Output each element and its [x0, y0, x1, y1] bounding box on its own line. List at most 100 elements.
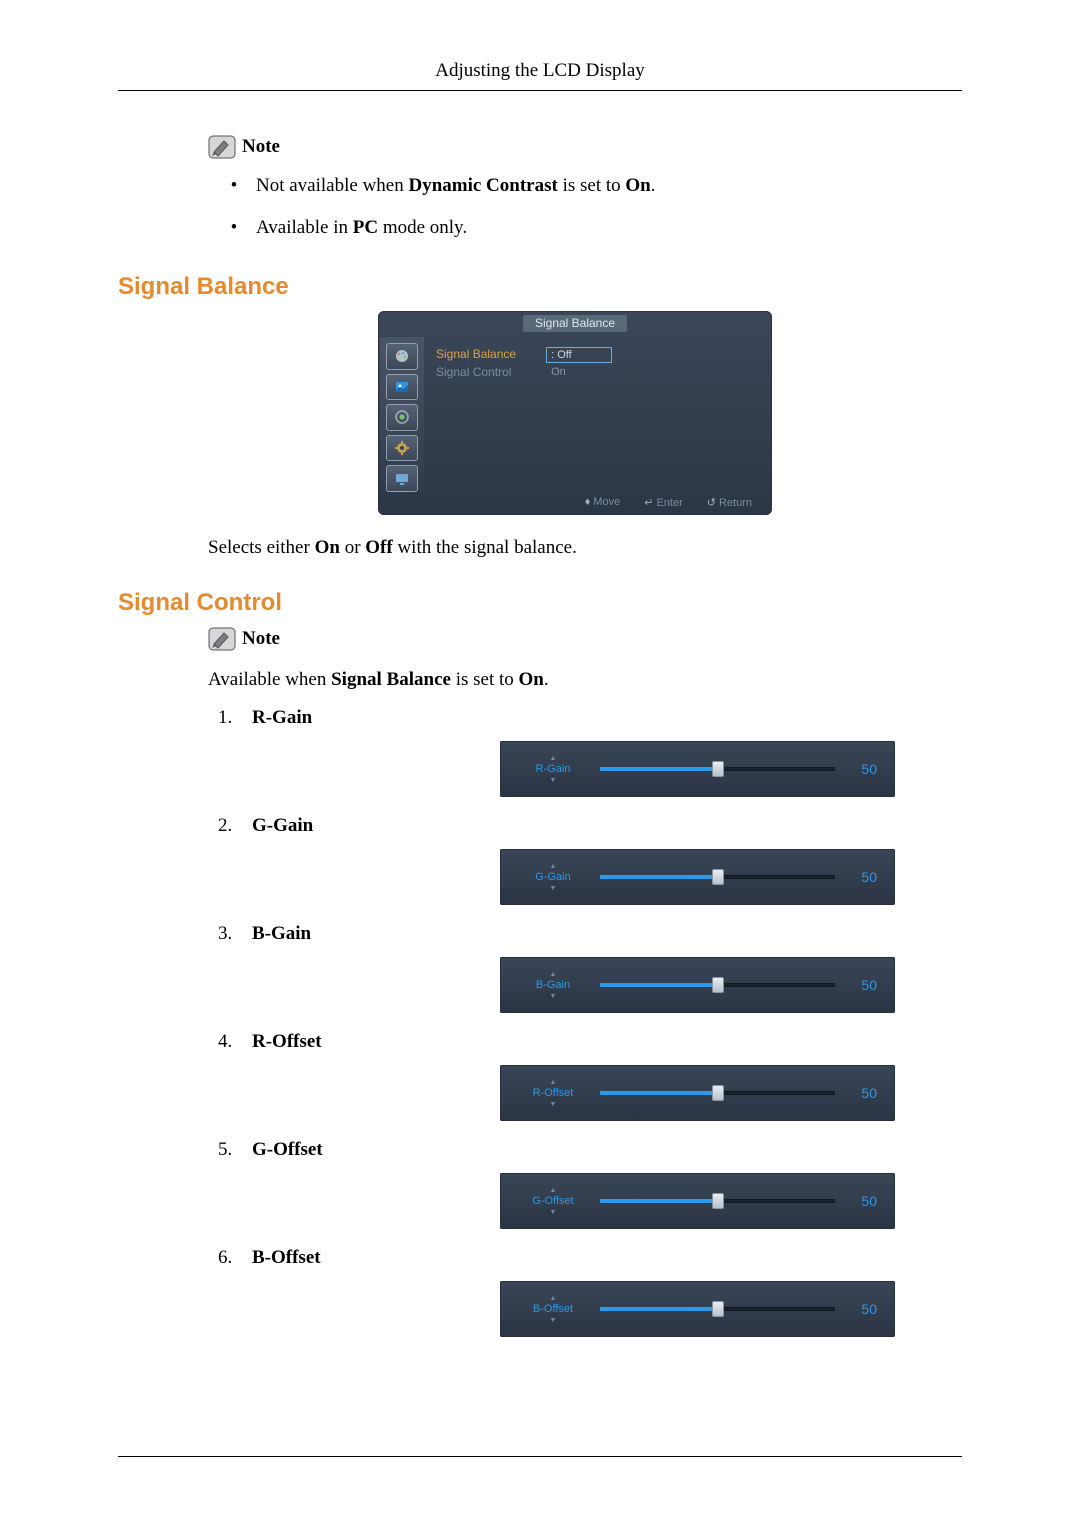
slider-name-column: ▲B-Gain▼: [518, 969, 588, 1002]
osd-menu-item: Signal Control: [436, 365, 516, 379]
list-number: 4.: [218, 1031, 242, 1053]
control-row: 5.G-Offset ▲G-Offset▼ 50: [218, 1139, 962, 1229]
slider-value: 50: [847, 977, 877, 993]
slider-name: B-Offset: [533, 1304, 573, 1315]
slider-name: R-Offset: [533, 1088, 574, 1099]
osd-footer-return: Return: [719, 497, 752, 509]
note-label: Note: [242, 136, 280, 158]
bullet-bold: On: [625, 175, 650, 196]
osd-title: Signal Balance: [523, 315, 627, 332]
osd-option-on: On: [546, 364, 612, 380]
control-row: 2.G-Gain▲G-Gain▼50: [218, 815, 962, 905]
bullet-bold: Dynamic Contrast: [408, 175, 557, 196]
slider-value: 50: [847, 1193, 877, 1209]
picture-icon: [386, 374, 418, 401]
slider-name-column: ▲R-Offset▼: [518, 1077, 588, 1110]
chevron-down-icon: ▼: [550, 883, 557, 894]
list-number: 3.: [218, 923, 242, 945]
osd-footer-enter: Enter: [656, 497, 682, 509]
target-icon: [386, 404, 418, 431]
slider-value: 50: [847, 1085, 877, 1101]
list-number: 5.: [218, 1139, 242, 1161]
slider-name-column: ▲R-Gain▼: [518, 753, 588, 786]
move-icon: ♦: [585, 496, 591, 508]
list-number: 2.: [218, 815, 242, 837]
osd-option-off: : Off: [546, 347, 612, 363]
chevron-down-icon: ▼: [550, 1207, 557, 1218]
note-row: Note: [208, 627, 962, 651]
slider-name-column: ▲B-Offset▼: [518, 1293, 588, 1326]
slider-track[interactable]: [600, 1091, 835, 1095]
note-icon: [208, 627, 236, 651]
slider-thumb[interactable]: [712, 1301, 724, 1317]
osd-menu-item: Signal Balance: [436, 347, 516, 361]
bullet-dot-icon: •: [228, 175, 240, 197]
chevron-up-icon: ▲: [550, 969, 557, 980]
footer-rule: [118, 1456, 962, 1457]
slider-name: R-Gain: [536, 764, 571, 775]
note-icon: [208, 135, 236, 159]
chevron-down-icon: ▼: [550, 1315, 557, 1326]
control-row: 4.R-Offset▲R-Offset▼50: [218, 1031, 962, 1121]
control-label: B-Offset: [242, 1247, 412, 1269]
enter-icon: ↵: [644, 497, 653, 509]
slider-name-column: ▲G-Gain▼: [518, 861, 588, 894]
control-label: G-Gain: [242, 815, 412, 837]
slider-panel: ▲G-Offset▼ 50: [500, 1173, 895, 1229]
control-label: R-Gain: [242, 707, 412, 729]
list-number: 1.: [218, 707, 242, 729]
control-row: 1.R-Gain▲R-Gain▼50: [218, 707, 962, 797]
bullet-item: • Available in PC mode only.: [228, 217, 962, 239]
chevron-up-icon: ▲: [550, 1293, 557, 1304]
slider-value: 50: [847, 1301, 877, 1317]
note-row: Note: [208, 135, 962, 159]
control-label: R-Offset: [242, 1031, 412, 1053]
slider-panel: ▲R-Offset▼ 50: [500, 1065, 895, 1121]
slider-thumb[interactable]: [712, 761, 724, 777]
osd-options: : Off On: [538, 347, 612, 492]
bullet-item: • Not available when Dynamic Contrast is…: [228, 175, 962, 197]
slider-panel: ▲R-Gain▼ 50: [500, 741, 895, 797]
slider-thumb[interactable]: [712, 1193, 724, 1209]
heading-signal-control: Signal Control: [118, 589, 962, 617]
slider-track[interactable]: [600, 1199, 835, 1203]
slider-track[interactable]: [600, 767, 835, 771]
slider-thumb[interactable]: [712, 1085, 724, 1101]
control-label: G-Offset: [242, 1139, 412, 1161]
bullet-text: is set to: [558, 175, 626, 196]
osd-footer: ♦Move ↵Enter ↺Return: [380, 492, 770, 515]
gear-icon: [386, 435, 418, 462]
control-row: 6.B-Offset▲B-Offset▼50: [218, 1247, 962, 1337]
osd-panel: Signal Balance: [378, 311, 772, 515]
osd-menu-list: Signal Balance Signal Control: [436, 347, 516, 492]
slider-thumb[interactable]: [712, 869, 724, 885]
slider-name: B-Gain: [536, 980, 570, 991]
slider-name: G-Gain: [535, 872, 570, 883]
slider-track[interactable]: [600, 1307, 835, 1311]
slider-value: 50: [847, 869, 877, 885]
chevron-down-icon: ▼: [550, 1099, 557, 1110]
osd-icon-column: [380, 337, 424, 492]
bullet-text: Available in: [256, 217, 353, 238]
slider-track[interactable]: [600, 875, 835, 879]
slider-thumb[interactable]: [712, 977, 724, 993]
chevron-down-icon: ▼: [550, 775, 557, 786]
chevron-up-icon: ▲: [550, 861, 557, 872]
control-row: 3.B-Gain▲B-Gain▼50: [218, 923, 962, 1013]
bullet-text: Not available when: [256, 175, 408, 196]
chevron-down-icon: ▼: [550, 991, 557, 1002]
bullet-text: mode only.: [378, 217, 467, 238]
bullet-dot-icon: •: [228, 217, 240, 239]
list-number: 6.: [218, 1247, 242, 1269]
slider-track[interactable]: [600, 983, 835, 987]
slider-name-column: ▲G-Offset▼: [518, 1185, 588, 1218]
control-label: B-Gain: [242, 923, 412, 945]
slider-value: 50: [847, 761, 877, 777]
display-icon: [386, 465, 418, 492]
bullet-text: .: [651, 175, 656, 196]
chevron-up-icon: ▲: [550, 1077, 557, 1088]
page-header: Adjusting the LCD Display: [118, 60, 962, 91]
slider-panel: ▲B-Gain▼ 50: [500, 957, 895, 1013]
chevron-up-icon: ▲: [550, 1185, 557, 1196]
signal-control-description: Available when Signal Balance is set to …: [208, 669, 962, 691]
